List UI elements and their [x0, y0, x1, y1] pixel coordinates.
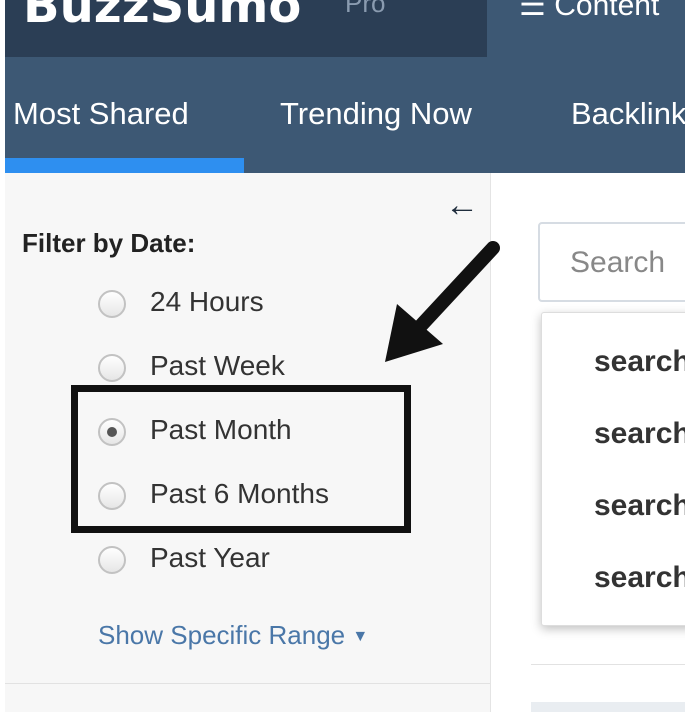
range-link-label: Show Specific Range	[98, 620, 346, 650]
arrow-left-icon[interactable]: ←	[445, 186, 479, 225]
search-suggestions-dropdown: search search search search	[541, 312, 685, 626]
plan-badge: Pro	[345, 0, 386, 18]
content-divider	[531, 664, 685, 665]
suggestion-item[interactable]: search	[594, 345, 685, 379]
option-label: Past Year	[150, 542, 270, 573]
tab-most-shared[interactable]: Most Shared	[13, 96, 189, 132]
suggestion-item[interactable]: search	[594, 489, 685, 523]
annotation-arrow-icon	[385, 241, 500, 362]
radio-button[interactable]	[98, 354, 126, 382]
content-menu-link[interactable]: ☰ Content	[519, 0, 659, 23]
tab-backlinks[interactable]: Backlinks	[571, 96, 685, 132]
option-label: 24 Hours	[150, 286, 264, 317]
top-bar: BuzzSumo Pro ☰ Content	[5, 0, 685, 60]
highlight-box	[71, 385, 411, 533]
sidebar-divider	[5, 683, 490, 684]
main-nav: Most Shared Trending Now Backlinks	[5, 60, 685, 173]
suggestion-item[interactable]: search	[594, 417, 685, 451]
date-option-past-year[interactable]: Past Year	[98, 542, 428, 582]
logo[interactable]: BuzzSumo	[23, 0, 301, 34]
filter-by-date-title: Filter by Date:	[22, 228, 196, 258]
logo-area[interactable]: BuzzSumo Pro	[5, 0, 487, 57]
show-specific-range-link[interactable]: Show Specific Range ▼	[98, 620, 368, 651]
active-tab-indicator	[5, 158, 244, 173]
search-placeholder: Search	[570, 246, 666, 279]
radio-button[interactable]	[98, 290, 126, 318]
caret-down-icon: ▼	[352, 628, 369, 646]
suggestion-item[interactable]: search	[594, 561, 685, 595]
tab-trending-now[interactable]: Trending Now	[280, 96, 472, 132]
app-window: BuzzSumo Pro ☰ Content Most Shared Trend…	[5, 0, 685, 712]
search-input[interactable]: Search	[538, 222, 685, 302]
radio-button[interactable]	[98, 546, 126, 574]
content-bottom-edge	[531, 702, 685, 712]
option-label: Past Week	[150, 350, 285, 381]
content-menu-label: Content	[554, 0, 660, 22]
